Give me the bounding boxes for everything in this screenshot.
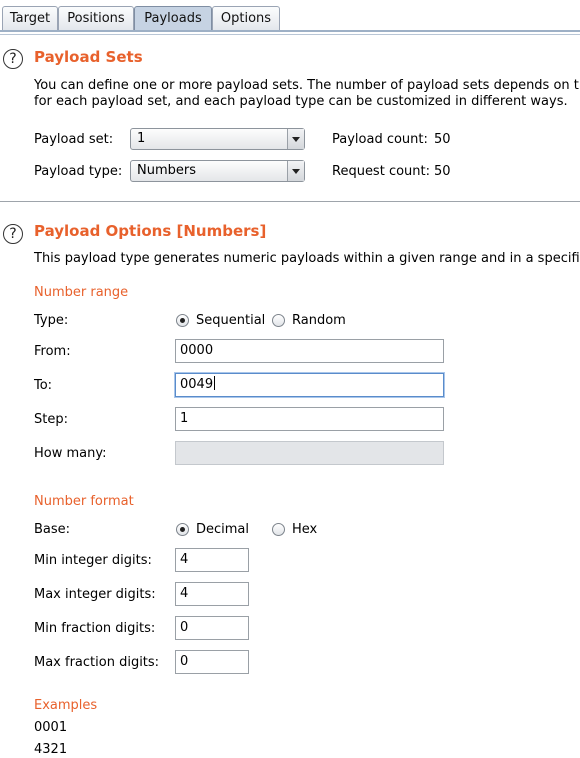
how-many-input [175,441,444,465]
max-integer-digits-input[interactable]: 4 [175,582,249,606]
payload-set-label: Payload set: [34,132,114,147]
tab-bar: Target Positions Payloads Options [0,0,580,36]
tab-options[interactable]: Options [212,6,280,30]
min-fraction-digits-input[interactable]: 0 [175,616,249,640]
payload-count-value: 50 [434,132,451,147]
payload-set-value: 1 [137,131,146,146]
max-fraction-digits-input[interactable]: 0 [175,650,249,674]
sequential-radio[interactable] [176,314,189,327]
to-input[interactable]: 0049 [175,373,444,397]
from-input[interactable]: 0000 [175,339,444,363]
hex-radio[interactable] [272,523,285,536]
step-label: Step: [34,412,68,427]
example-item: 0001 [34,720,68,735]
min-integer-digits-label: Min integer digits: [34,553,152,568]
payload-options-title: Payload Options [Numbers] [34,222,267,240]
tab-underline [0,30,580,32]
payload-set-dropdown[interactable]: 1 [130,128,305,150]
max-fraction-digits-label: Max fraction digits: [34,655,160,670]
payload-options-help-icon[interactable]: ? [3,224,23,244]
payload-sets-help-icon[interactable]: ? [3,49,23,69]
hex-radio-label[interactable]: Hex [292,522,317,537]
from-label: From: [34,344,71,359]
how-many-label: How many: [34,446,107,461]
max-integer-digits-label: Max integer digits: [34,587,156,602]
to-label: To: [34,378,53,393]
request-count-label: Request count: [332,164,430,179]
payload-count-label: Payload count: [332,132,428,147]
base-label: Base: [34,522,71,537]
range-type-label: Type: [34,313,69,328]
decimal-radio[interactable] [176,523,189,536]
payload-type-label: Payload type: [34,164,123,179]
tab-positions[interactable]: Positions [58,6,134,30]
step-input[interactable]: 1 [175,407,444,431]
min-fraction-digits-label: Min fraction digits: [34,621,156,636]
example-item: 4321 [34,742,68,757]
to-input-value: 0049 [180,377,214,392]
number-range-heading: Number range [34,285,129,300]
tab-payloads[interactable]: Payloads [134,6,212,30]
tab-target[interactable]: Target [2,6,58,30]
min-integer-digits-input[interactable]: 4 [175,548,249,572]
examples-heading: Examples [34,698,98,713]
sequential-radio-label[interactable]: Sequential [196,313,265,328]
payload-sets-description-line2: for each payload set, and each payload t… [34,94,568,109]
random-radio[interactable] [272,314,285,327]
section-divider [0,201,580,202]
payload-options-description: This payload type generates numeric payl… [34,251,580,266]
tab-underline-secondary [0,34,580,35]
payload-sets-description-line1: You can define one or more payload sets.… [34,78,580,93]
text-cursor [214,376,216,390]
payload-type-value: Numbers [137,163,196,178]
payload-type-dropdown[interactable]: Numbers [130,160,305,182]
number-format-heading: Number format [34,494,134,509]
chevron-down-icon [287,129,304,149]
payload-sets-title: Payload Sets [34,48,143,66]
decimal-radio-label[interactable]: Decimal [196,522,249,537]
chevron-down-icon [287,161,304,181]
request-count-value: 50 [434,164,451,179]
random-radio-label[interactable]: Random [292,313,346,328]
